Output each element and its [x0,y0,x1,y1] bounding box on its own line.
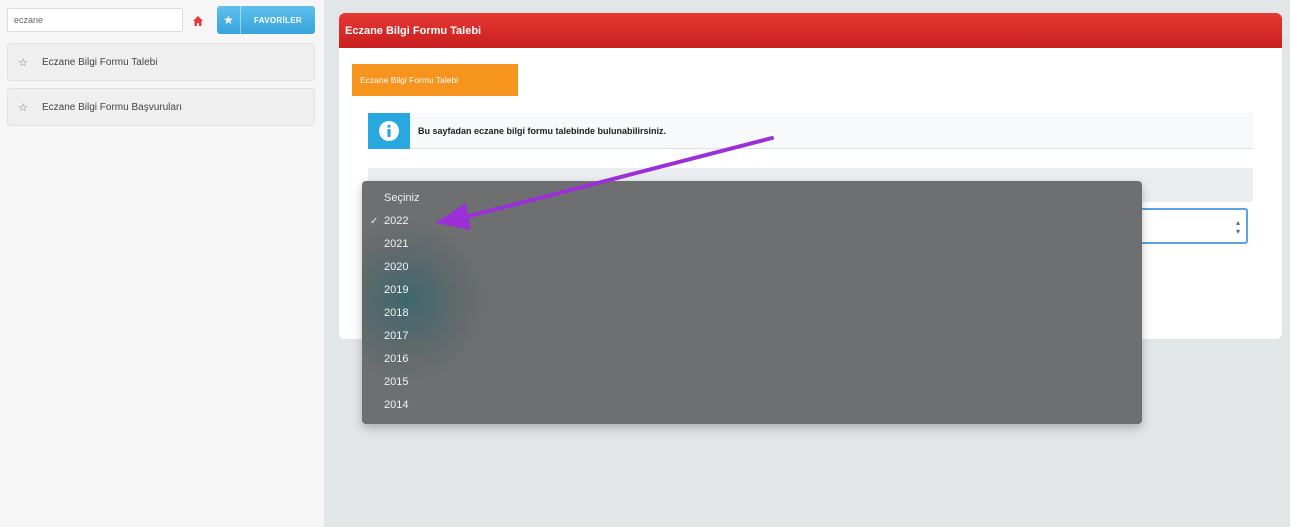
star-outline-icon: ☆ [18,101,28,114]
check-icon: ✓ [370,215,379,227]
dropdown-option[interactable]: Seçiniz [362,187,1142,209]
dropdown-option[interactable]: 2015 [362,371,1142,393]
sidebar: ★ FAVORİLER ☆ Eczane Bilgi Formu Talebi … [0,0,324,527]
star-icon: ★ [217,6,241,34]
sidebar-search-row: ★ FAVORİLER [7,6,315,34]
sidebar-item-label: Eczane Bilgi Formu Talebi [42,56,158,68]
sidebar-item-label: Eczane Bilgi Formu Başvuruları [42,101,183,113]
favorites-label: FAVORİLER [254,15,302,25]
info-icon [368,112,410,149]
search-input[interactable] [7,8,183,32]
home-icon[interactable] [187,10,209,32]
sidebar-item-form-applications[interactable]: ☆ Eczane Bilgi Formu Başvuruları [7,88,315,126]
dropdown-option-selected[interactable]: ✓ 2022 [362,210,1142,232]
info-text: Bu sayfadan eczane bilgi formu talebinde… [418,125,667,136]
dropdown-option[interactable]: 2019 [362,279,1142,301]
dropdown-option[interactable]: 2016 [362,348,1142,370]
dropdown-option[interactable]: 2021 [362,233,1142,255]
dropdown-option[interactable]: 2020 [362,256,1142,278]
dropdown-option[interactable]: 2018 [362,302,1142,324]
star-outline-icon: ☆ [18,56,28,69]
info-alert: Bu sayfadan eczane bilgi formu talebinde… [368,112,1253,149]
favorites-button[interactable]: ★ FAVORİLER [217,6,315,34]
select-arrows-icon: ▴ ▾ [1235,218,1240,236]
year-dropdown-list[interactable]: Seçiniz ✓ 2022 2021 2020 2019 2018 2017 … [362,181,1142,424]
dropdown-option[interactable]: 2017 [362,325,1142,347]
tab-form-request[interactable]: Eczane Bilgi Formu Talebi [352,64,518,96]
panel-title: Eczane Bilgi Formu Talebi [339,13,1282,48]
dropdown-option[interactable]: 2014 [362,394,1142,416]
sidebar-item-form-request[interactable]: ☆ Eczane Bilgi Formu Talebi [7,43,315,81]
